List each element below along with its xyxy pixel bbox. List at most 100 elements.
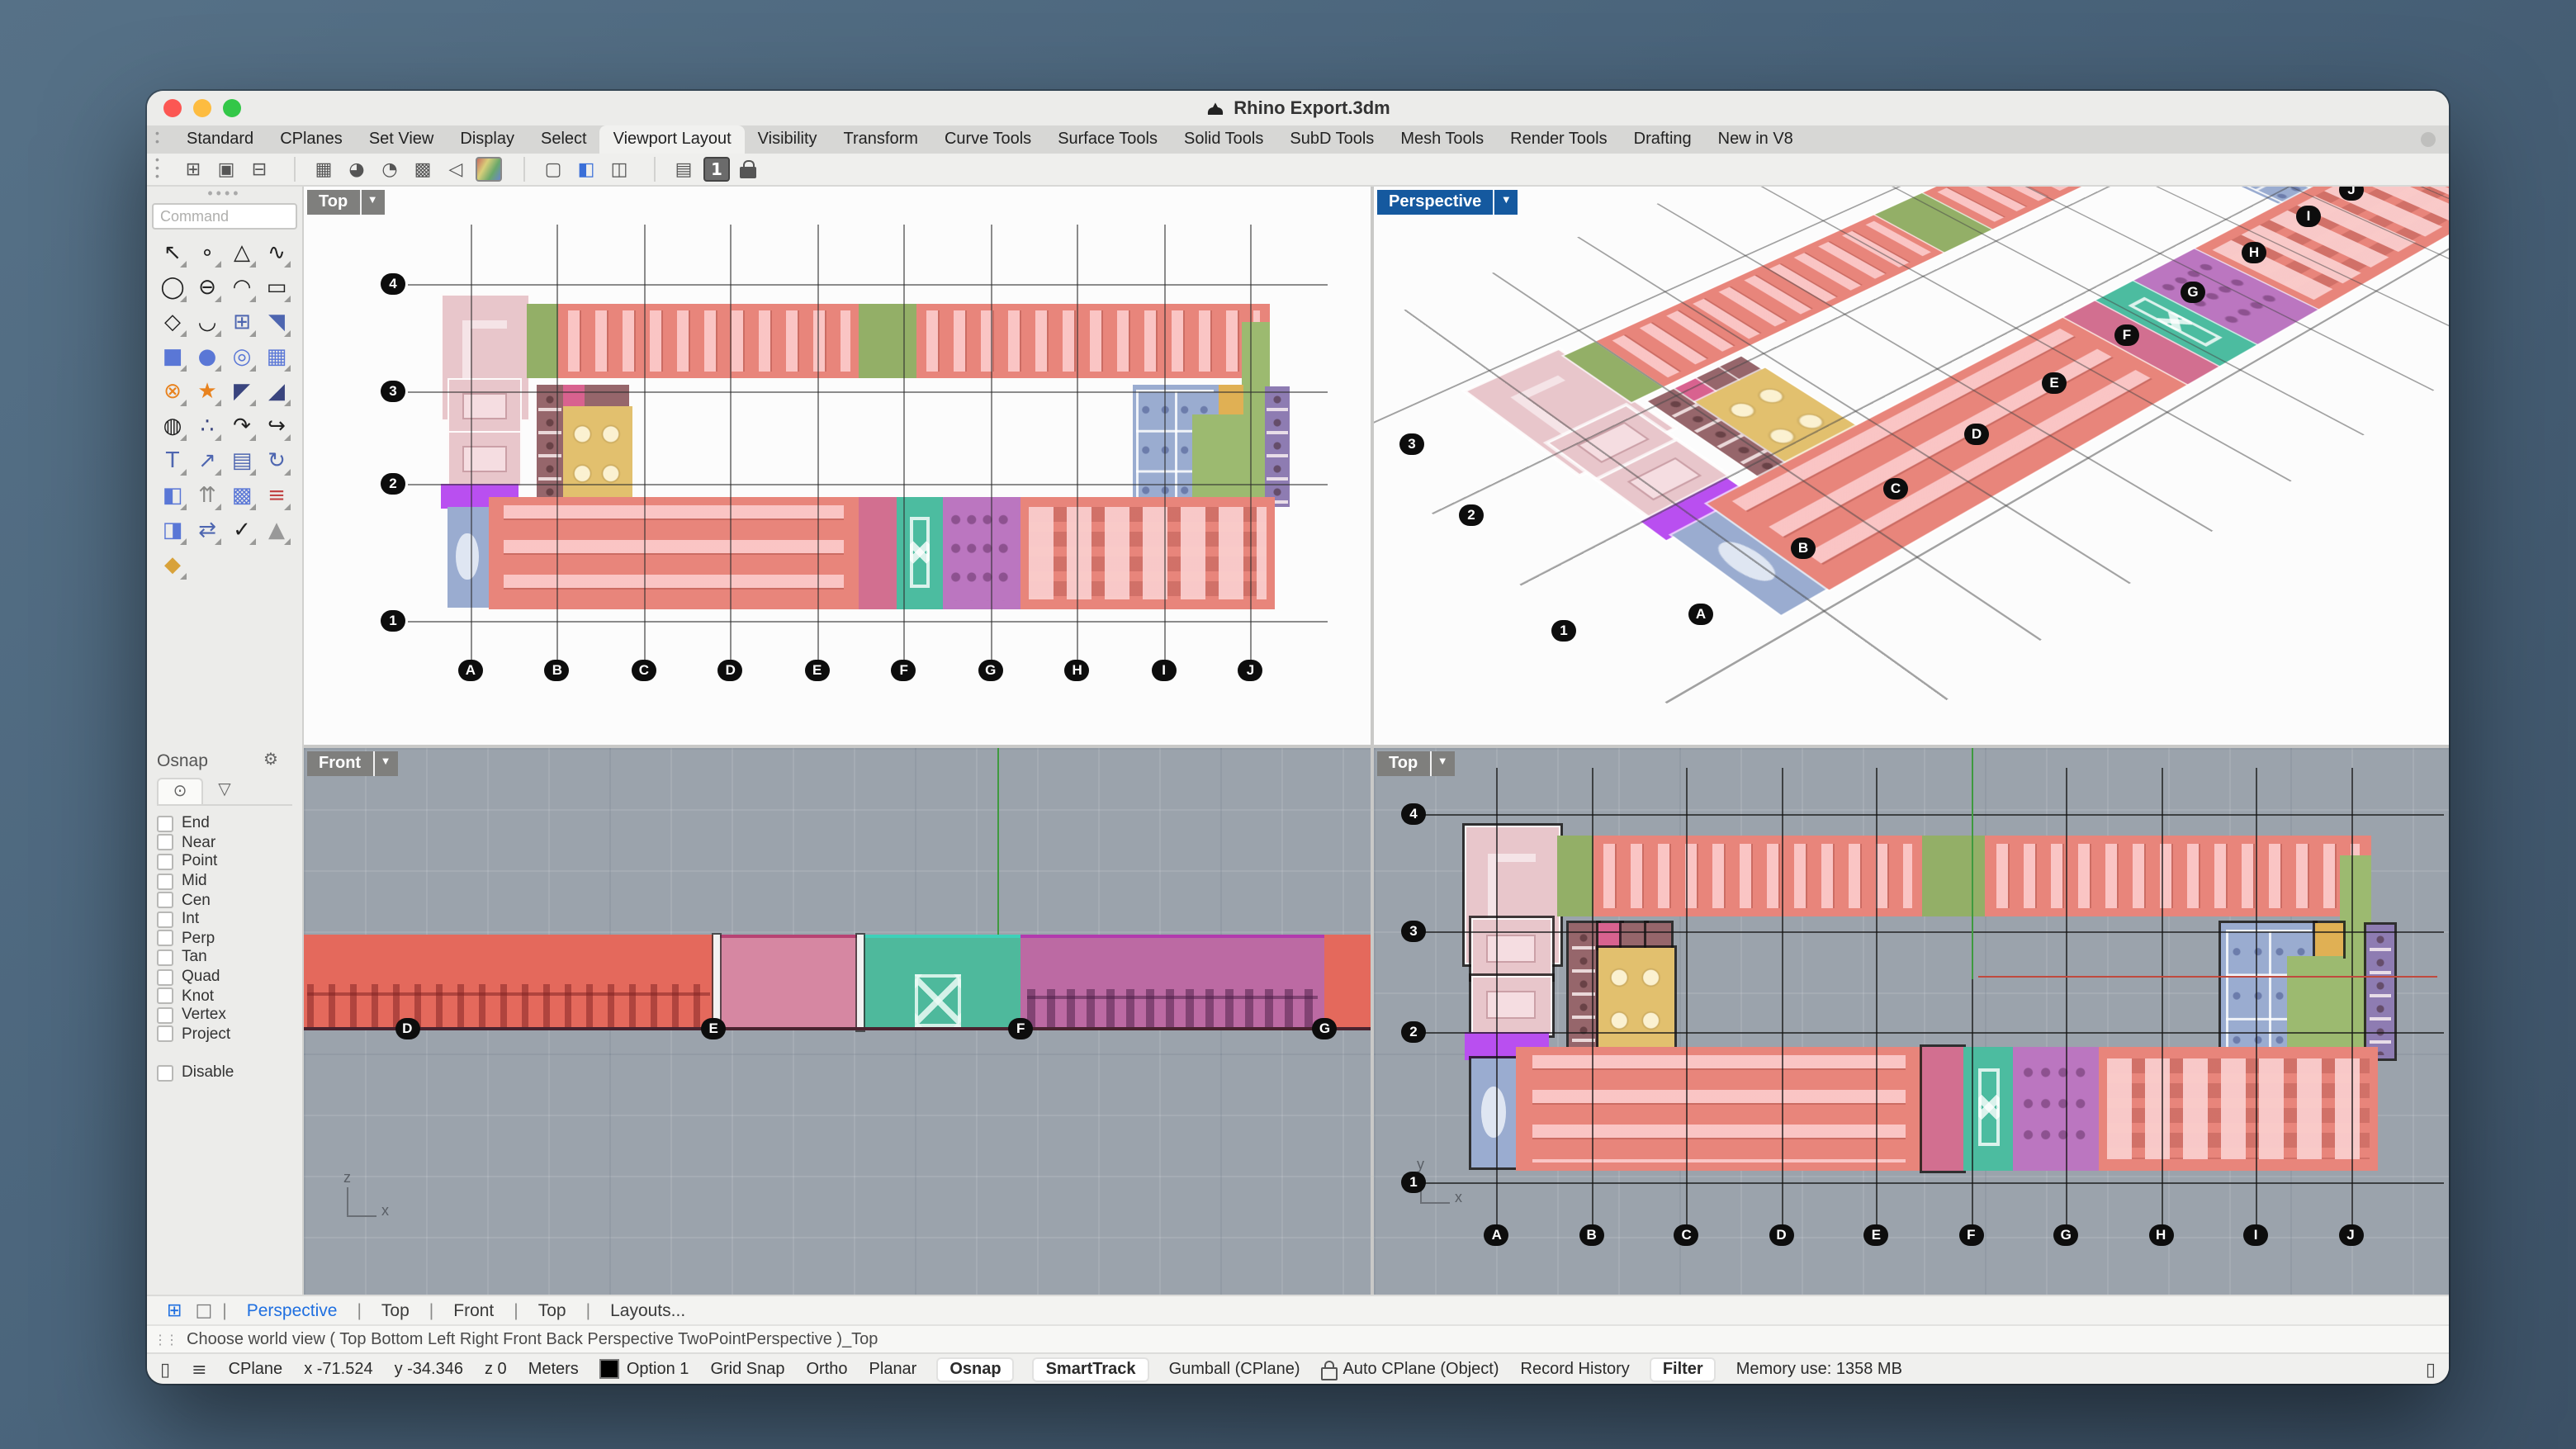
status-option-1[interactable]: Option 1	[600, 1359, 689, 1379]
explode-tool-icon[interactable]: ⊗	[155, 375, 190, 410]
four-viewport-layout-icon[interactable]: ⊞	[167, 1300, 182, 1321]
color-swatch[interactable]	[600, 1359, 620, 1379]
viewport-perspective[interactable]: Perspective▼ 321ABCDEFGHIJ	[1374, 187, 2449, 745]
boolean-difference-tool-icon[interactable]: ∴	[190, 410, 225, 444]
menu-tab-subd-tools[interactable]: SubD Tools	[1276, 125, 1387, 154]
trim-tool-icon[interactable]: ◤	[225, 375, 259, 410]
menu-tab-new-in-v8[interactable]: New in V8	[1705, 125, 1807, 154]
status-gumball-cplane[interactable]: Gumball (CPlane)	[1169, 1360, 1300, 1378]
distribute-tool-icon[interactable]: ≡	[259, 479, 294, 514]
status-ortho[interactable]: Ortho	[807, 1360, 848, 1378]
status-x-71-524[interactable]: x -71.524	[304, 1360, 372, 1378]
osnap-option-int[interactable]: Int	[157, 910, 292, 929]
vertex-checkbox[interactable]	[157, 1006, 173, 1023]
menu-tab-standard[interactable]: Standard	[173, 125, 267, 154]
pan-viewport-icon[interactable]: ⊟	[246, 157, 272, 182]
ellipse-tool-icon[interactable]: ⊖	[190, 271, 225, 305]
panel-toggle-icon[interactable]: ▯	[160, 1358, 170, 1380]
status-cplane[interactable]: CPlane	[229, 1360, 283, 1378]
menubar-overflow-button[interactable]	[2421, 132, 2436, 147]
gear-icon[interactable]: ⚙	[249, 748, 292, 773]
surface-grid-tool-icon[interactable]: ▦	[259, 340, 294, 375]
print-icon[interactable]: ▤	[670, 157, 697, 182]
near-checkbox[interactable]	[157, 835, 173, 851]
viewport-tab-top[interactable]: Top	[522, 1300, 583, 1320]
viewport-front[interactable]: Front▼ zx DEFG	[304, 748, 1371, 1295]
screen-capture-icon[interactable]: ▨	[476, 157, 502, 182]
list-icon[interactable]: ≡	[192, 1358, 206, 1380]
menu-tab-set-view[interactable]: Set View	[356, 125, 447, 154]
quad-checkbox[interactable]	[157, 968, 173, 985]
polygon-tool-icon[interactable]: ◇	[155, 305, 190, 340]
viewport-front-label[interactable]: Front▼	[307, 751, 397, 776]
viewport-top-label[interactable]: Top▼	[307, 190, 384, 215]
panel-toggle-right-icon[interactable]: ▯	[2426, 1358, 2436, 1380]
viewport-tab-perspective[interactable]: Perspective	[230, 1300, 354, 1320]
status-meters[interactable]: Meters	[528, 1360, 579, 1378]
menu-tab-cplanes[interactable]: CPlanes	[267, 125, 356, 154]
chevron-down-icon[interactable]: ▼	[1494, 190, 1518, 215]
status-osnap[interactable]: Osnap	[938, 1358, 1012, 1380]
point-checkbox[interactable]	[157, 854, 173, 870]
primitives-tool-icon[interactable]: ▲	[259, 514, 294, 548]
end-checkbox[interactable]	[157, 816, 173, 832]
menu-tab-viewport-layout[interactable]: Viewport Layout	[600, 125, 745, 154]
disable-checkbox[interactable]	[157, 1065, 173, 1082]
menu-tab-display[interactable]: Display	[447, 125, 528, 154]
named-views-icon[interactable]: ◫	[606, 157, 632, 182]
scale-tool-icon[interactable]: ↗	[190, 444, 225, 479]
osnap-option-end[interactable]: End	[157, 814, 292, 833]
osnap-option-perp[interactable]: Perp	[157, 929, 292, 948]
shaded-display-icon[interactable]: ◕	[343, 157, 370, 182]
viewport-tab-top[interactable]: Top	[365, 1300, 426, 1320]
menu-tab-visibility[interactable]: Visibility	[745, 125, 831, 154]
status-filter[interactable]: Filter	[1651, 1358, 1715, 1380]
menu-tab-mesh-tools[interactable]: Mesh Tools	[1387, 125, 1497, 154]
int-checkbox[interactable]	[157, 912, 173, 928]
array-grid-tool-icon[interactable]: ▩	[225, 479, 259, 514]
mid-checkbox[interactable]	[157, 873, 173, 889]
menu-tab-curve-tools[interactable]: Curve Tools	[931, 125, 1044, 154]
osnap-disable-row[interactable]: Disable	[157, 1063, 292, 1082]
print-preview-icon[interactable]: ◧	[573, 157, 599, 182]
four-viewports-icon[interactable]: ⊞	[180, 157, 206, 182]
osnap-option-vertex[interactable]: Vertex	[157, 1006, 292, 1025]
project-checkbox[interactable]	[157, 1026, 173, 1043]
paint-tool-icon[interactable]: ◆	[155, 548, 190, 583]
new-layout-icon[interactable]: ▢	[540, 157, 566, 182]
command-input[interactable]	[152, 203, 297, 230]
menu-tab-drafting[interactable]: Drafting	[1621, 125, 1705, 154]
ghosted-display-icon[interactable]: ◔	[376, 157, 403, 182]
text-tool-icon[interactable]: T	[155, 444, 190, 479]
osnap-tab-snaps-icon[interactable]: ⊙	[157, 778, 203, 804]
box-tool-icon[interactable]: ■	[155, 340, 190, 375]
status-memory-use-1358-mb[interactable]: Memory use: 1358 MB	[1736, 1360, 1902, 1378]
viewport-link-icon[interactable]: ▦	[310, 157, 337, 182]
chevron-down-icon[interactable]: ▼	[374, 751, 397, 776]
status-y-34-346[interactable]: y -34.346	[395, 1360, 463, 1378]
maximize-viewport-icon[interactable]: ▣	[213, 157, 239, 182]
offset-tool-icon[interactable]: ◨	[155, 514, 190, 548]
status-record-history[interactable]: Record History	[1521, 1360, 1630, 1378]
solid-edit-tool-icon[interactable]: ◧	[155, 479, 190, 514]
rotate-tool-icon[interactable]: ↻	[259, 444, 294, 479]
sidebar-grip[interactable]: ••••	[207, 187, 241, 200]
point-tool-icon[interactable]: ∘	[190, 236, 225, 271]
cplane-grid-icon[interactable]: ▩	[410, 157, 436, 182]
chevron-down-icon[interactable]: ▼	[361, 190, 384, 215]
sphere-tool-icon[interactable]: ●	[190, 340, 225, 375]
selection-check-tool-icon[interactable]: ✓	[225, 514, 259, 548]
status-grid-snap[interactable]: Grid Snap	[710, 1360, 784, 1378]
camera-icon[interactable]: ◁	[443, 157, 469, 182]
split-tool-icon[interactable]: ◢	[259, 375, 294, 410]
menu-tab-render-tools[interactable]: Render Tools	[1497, 125, 1621, 154]
curve-tool-icon[interactable]: ∿	[259, 236, 294, 271]
menu-tab-transform[interactable]: Transform	[831, 125, 931, 154]
curved-surface-tool-icon[interactable]: ◥	[259, 305, 294, 340]
arc-tool-icon[interactable]: ◠	[225, 271, 259, 305]
circle-tool-icon[interactable]: ◯	[155, 271, 190, 305]
viewport-tab-front[interactable]: Front	[437, 1300, 510, 1320]
tan-checkbox[interactable]	[157, 949, 173, 966]
minimize-button[interactable]	[193, 99, 211, 117]
lock-detail-icon[interactable]	[736, 157, 763, 182]
